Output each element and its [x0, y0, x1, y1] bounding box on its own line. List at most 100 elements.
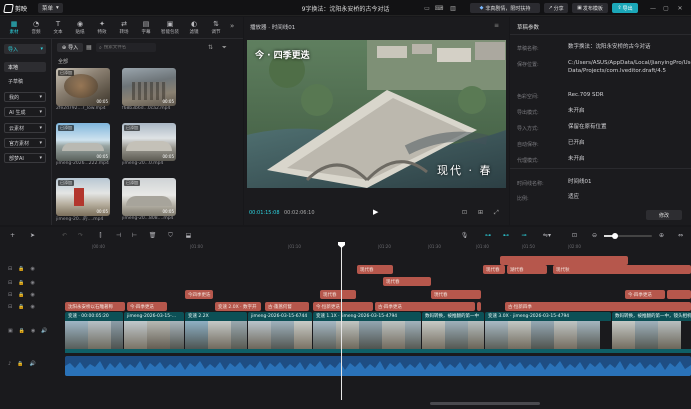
lock-icon[interactable]: ⊟: [8, 280, 12, 286]
layout-icon[interactable]: ▥: [448, 3, 458, 13]
text-clip[interactable]: 現代春: [431, 290, 481, 299]
tool-sticker[interactable]: ◉ 贴纸: [69, 18, 91, 38]
share-button[interactable]: ↗ 分享: [544, 3, 568, 13]
media-item[interactable]: 已添加 00:05 jimeng-2026...222.mp4: [56, 123, 110, 166]
sidebar-item-cloud[interactable]: 云素材 ▾: [4, 123, 46, 133]
text-clip[interactable]: [477, 302, 481, 311]
speaker-icon[interactable]: 🔊: [29, 361, 35, 367]
monitor-icon[interactable]: ▭: [422, 3, 432, 13]
filter-all-label[interactable]: 全部: [58, 58, 68, 65]
lock-toggle-icon[interactable]: 🔒: [18, 292, 24, 298]
text-clip[interactable]: 现代春: [320, 290, 356, 299]
preview-axis-icon[interactable]: ⊸: [518, 231, 530, 240]
tool-effects[interactable]: ✦ 特效: [91, 18, 113, 38]
text-clip[interactable]: [667, 290, 691, 299]
playhead[interactable]: [341, 244, 342, 400]
filter-funnel-icon[interactable]: ⏷: [222, 44, 227, 52]
ratio-icon[interactable]: ⊞: [478, 209, 483, 216]
sidebar-item-official[interactable]: 官方素材 ▾: [4, 138, 46, 148]
text-clip[interactable]: 沈阳永安桥以石雕著称: [65, 302, 125, 311]
tool-text[interactable]: T 文本: [47, 18, 69, 38]
video-clip[interactable]: 变速 1.1X · jimeng-2026-03-15-4794: [313, 312, 421, 353]
zoom-slider[interactable]: [604, 233, 652, 239]
split-right-icon[interactable]: ⊢: [130, 231, 139, 240]
text-clip[interactable]: 现代春: [357, 265, 393, 274]
mode-switch-icon[interactable]: ⇋▾: [540, 231, 554, 240]
sort-icon[interactable]: ⇅: [208, 44, 213, 51]
eye-icon[interactable]: ◉: [31, 328, 35, 334]
sidebar-item-ai[interactable]: AI 生成 ▾: [4, 107, 46, 117]
text-clip[interactable]: 今四季更迭: [185, 290, 213, 299]
tool-adjust[interactable]: ⇅ 调节: [205, 18, 227, 38]
tool-audio[interactable]: ◔ 音频: [25, 18, 47, 38]
text-clip[interactable]: 现代秋: [553, 265, 691, 274]
lock-toggle-icon[interactable]: 🔒: [18, 304, 24, 310]
more-tools-icon[interactable]: »: [230, 22, 234, 30]
split-left-icon[interactable]: ⊣: [114, 231, 123, 240]
fullscreen-icon[interactable]: ⤢: [494, 209, 499, 217]
text-clip[interactable]: [500, 256, 628, 265]
tool-transition[interactable]: ⇄ 转场: [113, 18, 135, 38]
screenshot-icon[interactable]: ⊡: [570, 231, 579, 240]
import-button[interactable]: ⊕ 导入: [57, 43, 83, 52]
redo-icon[interactable]: ↷: [76, 231, 85, 240]
video-track-icon[interactable]: ▣: [8, 328, 13, 334]
media-item[interactable]: 00:05 f68b3b6d...0ca2.mp4: [122, 68, 176, 111]
tool-captions[interactable]: ▤ 字幕: [135, 18, 157, 38]
text-clip[interactable]: 今·四季更迭: [127, 302, 167, 311]
video-clip[interactable]: jimeng-2026-03-15-6744: [248, 312, 312, 353]
eye-icon[interactable]: ◉: [30, 266, 34, 272]
split-icon[interactable]: ⫿: [96, 231, 105, 240]
text-clip[interactable]: 古·恒新四季: [505, 302, 691, 311]
add-icon[interactable]: +: [8, 231, 17, 240]
video-clip[interactable]: 数码转换，被推翻的第一中: [422, 312, 484, 353]
promo-button[interactable]: ◆ 非真剧情，限时扶持: [470, 3, 540, 13]
sidebar-item-dreamina[interactable]: 部梦AI ▾: [4, 153, 46, 163]
text-clip[interactable]: 古·四季更迭: [375, 302, 475, 311]
link-icon[interactable]: ⊷: [500, 231, 512, 240]
delete-icon[interactable]: 🗑: [148, 231, 157, 240]
tool-smart-pack[interactable]: ▣ 智能包装: [157, 18, 183, 38]
zoom-out-icon[interactable]: ⊖: [590, 231, 599, 240]
keyboard-icon[interactable]: ⌨: [434, 3, 444, 13]
video-clip[interactable]: 变速 2.2X: [185, 312, 247, 353]
search-input[interactable]: [103, 45, 152, 50]
lock-toggle-icon[interactable]: 🔒: [18, 266, 24, 272]
tool-filter[interactable]: ◐ 滤镜: [183, 18, 205, 38]
video-clip[interactable]: 变速 3.0X · jimeng-2026-03-15-4794: [485, 312, 611, 353]
mirror-icon[interactable]: ⬓: [184, 231, 193, 240]
media-item[interactable]: 已添加 00:05 jimeng-20...0.mp4: [122, 123, 176, 166]
eye-icon[interactable]: ◉: [30, 280, 34, 286]
lock-toggle-icon[interactable]: 🔒: [18, 280, 24, 286]
tool-media[interactable]: ▦ 素材: [3, 18, 25, 38]
lock-toggle-icon[interactable]: 🔒: [19, 328, 25, 334]
eye-icon[interactable]: ◉: [30, 292, 34, 298]
video-clip[interactable]: 变速 · 00:00:05:20: [65, 312, 123, 353]
export-button[interactable]: ⇪ 导出: [612, 3, 638, 13]
sidebar-item-subdraft[interactable]: 子草稿: [4, 76, 46, 86]
lock-icon[interactable]: ⊟: [8, 292, 12, 298]
lock-icon[interactable]: ⊟: [8, 304, 12, 310]
minimize-icon[interactable]: —: [648, 3, 658, 13]
search-box[interactable]: ⌕: [96, 43, 156, 52]
menu-lines-icon[interactable]: ≡: [494, 22, 499, 29]
video-clip[interactable]: jimeng-2026-03-15-...: [124, 312, 184, 353]
media-item[interactable]: 已添加 00:05 jimeng-20...808....mp4: [122, 178, 176, 221]
sidebar-item-mine[interactable]: 我的 ▾: [4, 92, 46, 102]
text-clip[interactable]: 现代春: [383, 277, 431, 286]
text-clip[interactable]: 古·蓬蒿何瞀: [265, 302, 309, 311]
media-item[interactable]: 已添加 00:05 2fe2d792...7_low.mp4: [56, 68, 110, 111]
select-cursor-icon[interactable]: ➤: [28, 231, 37, 240]
lock-icon[interactable]: ⊟: [8, 266, 12, 272]
zoom-in-icon[interactable]: ⊕: [657, 231, 666, 240]
video-preview[interactable]: 今 · 四季更迭 现代 · 春: [247, 40, 506, 188]
audio-clip[interactable]: [65, 356, 691, 376]
text-clip[interactable]: 变速 2.0X · 数字开: [215, 302, 261, 311]
edit-button[interactable]: 修改: [646, 210, 682, 220]
undo-icon[interactable]: ↶: [60, 231, 69, 240]
text-clip[interactable]: 现代春: [483, 265, 505, 274]
video-clip[interactable]: 数码转换，被推翻的第一中，镜头相机: [612, 312, 691, 353]
eye-icon[interactable]: ◉: [30, 304, 34, 310]
audio-track-icon[interactable]: ♪: [8, 361, 11, 367]
magnet-icon[interactable]: ⊶: [482, 231, 494, 240]
